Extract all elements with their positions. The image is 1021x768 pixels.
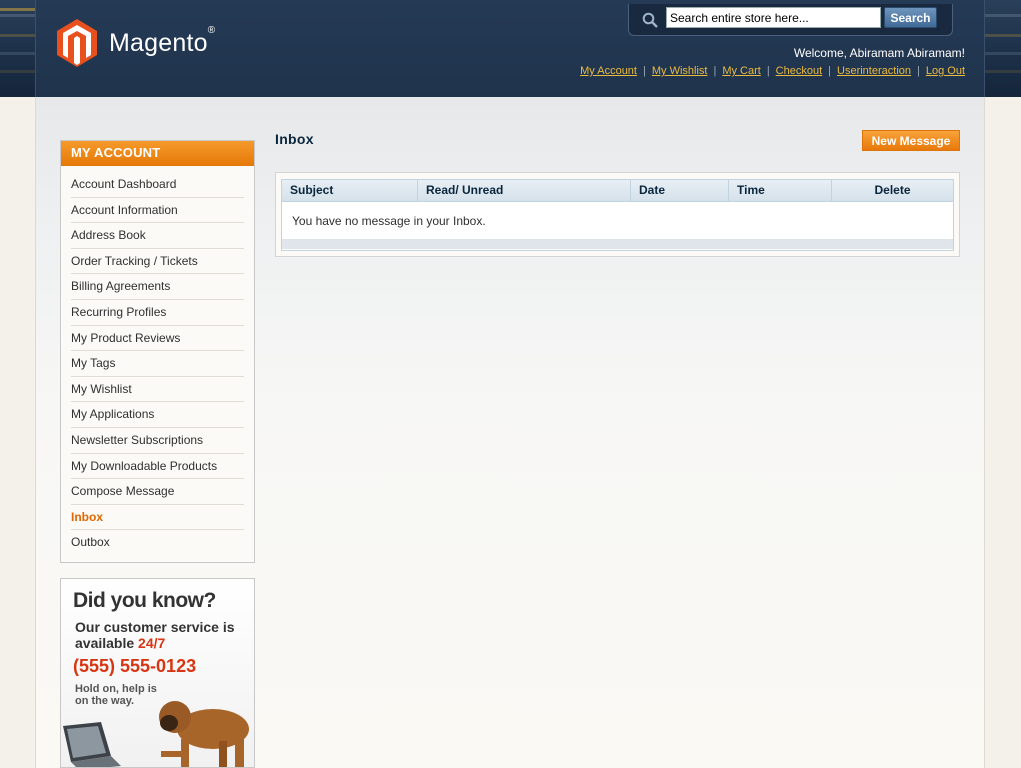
logo[interactable]: Magento® <box>57 18 215 68</box>
sidebar-item-my-tags[interactable]: My Tags <box>71 351 244 377</box>
sidebar-item-my-product-reviews[interactable]: My Product Reviews <box>71 326 244 352</box>
inbox-table-footer <box>282 240 953 249</box>
sidebar-item-address-book[interactable]: Address Book <box>71 223 244 249</box>
link-my-cart[interactable]: My Cart <box>722 65 761 77</box>
magento-logo-icon <box>57 19 97 67</box>
inbox-panel: Subject Read/ Unread Date Time Delete Yo… <box>275 172 960 257</box>
dog-image <box>159 701 249 767</box>
header-links: My Account | My Wishlist | My Cart | Checko… <box>580 65 965 77</box>
column-delete: Delete <box>874 183 911 197</box>
column-read-unread: Read/ Unread <box>418 180 631 201</box>
page-title: Inbox <box>275 131 314 147</box>
link-checkout[interactable]: Checkout <box>776 65 822 77</box>
sidebar-item-inbox: Inbox <box>71 505 244 531</box>
account-navigation: MY ACCOUNT Account Dashboard Account Inf… <box>60 140 255 563</box>
sidebar-item-my-wishlist[interactable]: My Wishlist <box>71 377 244 403</box>
sidebar-item-compose-message[interactable]: Compose Message <box>71 479 244 505</box>
sidebar-item-newsletter-subscriptions[interactable]: Newsletter Subscriptions <box>71 428 244 454</box>
inbox-empty-message: You have no message in your Inbox. <box>282 202 953 240</box>
sidebar-item-account-dashboard[interactable]: Account Dashboard <box>71 172 244 198</box>
sidebar-item-my-applications[interactable]: My Applications <box>71 402 244 428</box>
inbox-table-header: Subject Read/ Unread Date Time Delete <box>282 180 953 202</box>
search-button[interactable]: Search <box>884 7 937 28</box>
sidebar-item-account-information[interactable]: Account Information <box>71 198 244 224</box>
sidebar-item-recurring-profiles[interactable]: Recurring Profiles <box>71 300 244 326</box>
inbox-table: Subject Read/ Unread Date Time Delete Yo… <box>281 179 954 251</box>
search-box: Search <box>628 4 953 36</box>
brand-name: Magento® <box>109 24 216 57</box>
search-icon <box>642 12 658 28</box>
search-input[interactable] <box>666 7 881 28</box>
promo-phone: (555) 555-0123 <box>73 656 197 676</box>
promo-title: Did you know? <box>73 589 216 612</box>
sidebar-item-billing-agreements[interactable]: Billing Agreements <box>71 274 244 300</box>
link-my-account[interactable]: My Account <box>580 65 637 77</box>
sidebar-item-outbox[interactable]: Outbox <box>71 530 244 556</box>
promo-subtitle: Our customer service is available 24/7 <box>75 619 235 651</box>
laptop-icon <box>63 722 121 767</box>
customer-service-banner[interactable]: Did you know? Our customer service is av… <box>60 578 255 768</box>
column-date: Date <box>631 180 729 201</box>
column-subject: Subject <box>282 180 418 201</box>
new-message-button[interactable]: New Message <box>862 130 960 151</box>
welcome-message: Welcome, Abiramam Abiramam! <box>793 46 965 60</box>
link-userinteraction[interactable]: Userinteraction <box>837 65 911 77</box>
link-my-wishlist[interactable]: My Wishlist <box>652 65 708 77</box>
sidebar-item-order-tracking[interactable]: Order Tracking / Tickets <box>71 249 244 275</box>
link-log-out[interactable]: Log Out <box>926 65 965 77</box>
column-time: Time <box>729 180 832 201</box>
account-nav-title: MY ACCOUNT <box>61 141 254 166</box>
sidebar-item-my-downloadable-products[interactable]: My Downloadable Products <box>71 454 244 480</box>
